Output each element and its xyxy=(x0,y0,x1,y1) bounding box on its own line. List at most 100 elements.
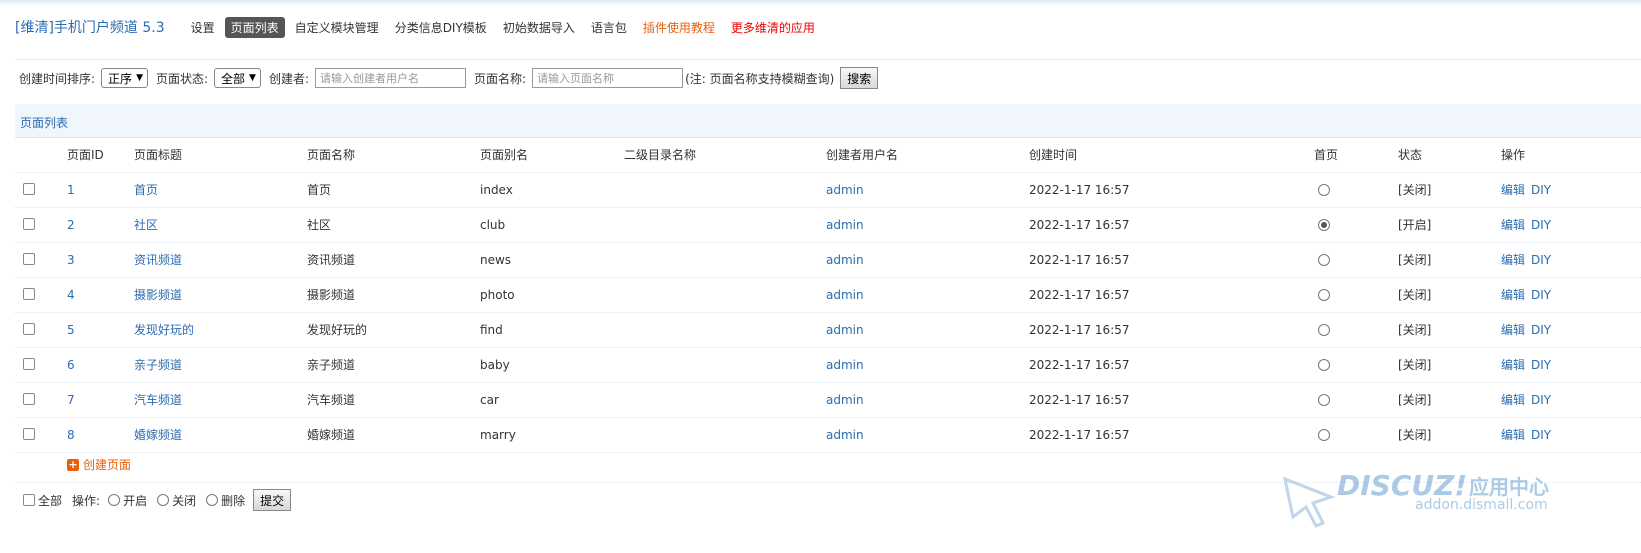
diy-link[interactable]: DIY xyxy=(1531,208,1551,242)
home-radio[interactable] xyxy=(1318,289,1330,301)
row-checkbox[interactable] xyxy=(23,323,35,335)
page-title-link[interactable]: 摄影频道 xyxy=(134,278,182,312)
page-title-link[interactable]: 发现好玩的 xyxy=(134,313,194,347)
table-row: 2 社区 社区 club admin 2022-1-17 16:57 [开启] 编辑 DIY xyxy=(15,208,1641,243)
edit-link[interactable]: 编辑 xyxy=(1501,243,1525,277)
col-header-alias: 页面别名 xyxy=(480,148,529,162)
creator-link[interactable]: admin xyxy=(826,313,864,347)
status-text[interactable]: [关闭] xyxy=(1398,383,1431,417)
edit-link[interactable]: 编辑 xyxy=(1501,278,1525,312)
home-radio[interactable] xyxy=(1318,359,1330,371)
submit-button[interactable]: 提交 xyxy=(253,489,292,511)
section-header: 页面列表 xyxy=(15,104,1641,138)
creator-link[interactable]: admin xyxy=(826,243,864,277)
ops-label: 操作: xyxy=(72,493,101,508)
status-select[interactable]: 全部 ▼ xyxy=(214,68,261,88)
page-id[interactable]: 7 xyxy=(67,383,75,417)
home-radio[interactable] xyxy=(1318,254,1330,266)
page-title-link[interactable]: 首页 xyxy=(134,173,158,207)
row-checkbox[interactable] xyxy=(23,393,35,405)
edit-link[interactable]: 编辑 xyxy=(1501,383,1525,417)
status-text[interactable]: [关闭] xyxy=(1398,348,1431,382)
creator-link[interactable]: admin xyxy=(826,348,864,382)
page-id[interactable]: 1 xyxy=(67,173,75,207)
edit-link[interactable]: 编辑 xyxy=(1501,418,1525,452)
page-title-link[interactable]: 亲子频道 xyxy=(134,348,182,382)
page-id[interactable]: 6 xyxy=(67,348,75,382)
nav-language-pack[interactable]: 语言包 xyxy=(591,17,627,38)
page-name: 婚嫁频道 xyxy=(307,428,356,442)
created-time: 2022-1-17 16:57 xyxy=(1029,288,1130,302)
home-radio[interactable] xyxy=(1318,429,1330,441)
select-all-label: 全部 xyxy=(38,493,63,508)
diy-link[interactable]: DIY xyxy=(1531,348,1551,382)
status-text[interactable]: [关闭] xyxy=(1398,418,1431,452)
status-value: 全部 xyxy=(221,71,246,86)
page-id[interactable]: 3 xyxy=(67,243,75,277)
status-text[interactable]: [关闭] xyxy=(1398,173,1431,207)
row-checkbox[interactable] xyxy=(23,288,35,300)
nav-more-apps[interactable]: 更多维清的应用 xyxy=(731,17,815,38)
op-close-radio[interactable] xyxy=(157,494,170,506)
creator-link[interactable]: admin xyxy=(826,208,864,242)
page-id[interactable]: 8 xyxy=(67,418,75,452)
create-page-link[interactable]: 创建页面 xyxy=(83,448,131,482)
sort-value: 正序 xyxy=(108,71,133,86)
select-all-checkbox[interactable] xyxy=(23,494,35,506)
nav-tutorial[interactable]: 插件使用教程 xyxy=(643,17,715,38)
page-id[interactable]: 2 xyxy=(67,208,75,242)
sort-select[interactable]: 正序 ▼ xyxy=(101,68,148,88)
created-time: 2022-1-17 16:57 xyxy=(1029,183,1130,197)
creator-input[interactable]: 请输入创建者用户名 xyxy=(315,68,467,88)
edit-link[interactable]: 编辑 xyxy=(1501,173,1525,207)
diy-link[interactable]: DIY xyxy=(1531,313,1551,347)
row-checkbox[interactable] xyxy=(23,358,35,370)
page-title-link[interactable]: 社区 xyxy=(134,208,158,242)
creator-link[interactable]: admin xyxy=(826,383,864,417)
diy-link[interactable]: DIY xyxy=(1531,173,1551,207)
status-text[interactable]: [开启] xyxy=(1398,208,1431,242)
search-button[interactable]: 搜索 xyxy=(840,67,879,89)
home-radio[interactable] xyxy=(1318,324,1330,336)
nav-custom-modules[interactable]: 自定义模块管理 xyxy=(295,17,379,38)
diy-link[interactable]: DIY xyxy=(1531,243,1551,277)
nav-classified-diy[interactable]: 分类信息DIY模板 xyxy=(395,17,487,38)
creator-link[interactable]: admin xyxy=(826,278,864,312)
creator-link[interactable]: admin xyxy=(826,173,864,207)
edit-link[interactable]: 编辑 xyxy=(1501,313,1525,347)
edit-link[interactable]: 编辑 xyxy=(1501,208,1525,242)
row-checkbox[interactable] xyxy=(23,428,35,440)
page-title-link[interactable]: 资讯频道 xyxy=(134,243,182,277)
page-title-link[interactable]: 汽车频道 xyxy=(134,383,182,417)
home-radio[interactable] xyxy=(1318,394,1330,406)
diy-link[interactable]: DIY xyxy=(1531,278,1551,312)
row-checkbox[interactable] xyxy=(23,218,35,230)
home-radio[interactable] xyxy=(1318,184,1330,196)
row-checkbox[interactable] xyxy=(23,183,35,195)
status-text[interactable]: [关闭] xyxy=(1398,278,1431,312)
home-radio[interactable] xyxy=(1318,219,1330,231)
op-open-radio[interactable] xyxy=(108,494,121,506)
creator-link[interactable]: admin xyxy=(826,418,864,452)
page-id[interactable]: 4 xyxy=(67,278,75,312)
page-name-input[interactable]: 请输入页面名称 xyxy=(532,68,684,88)
status-text[interactable]: [关闭] xyxy=(1398,313,1431,347)
page-alias: marry xyxy=(480,428,516,442)
bulk-ops-bar: 全部 操作: 开启 关闭 删除 提交 xyxy=(23,489,292,511)
plus-icon: + xyxy=(67,458,79,471)
chevron-down-icon: ▼ xyxy=(249,73,256,83)
nav-page-list[interactable]: 页面列表 xyxy=(224,16,285,38)
diy-link[interactable]: DIY xyxy=(1531,418,1551,452)
nav-settings[interactable]: 设置 xyxy=(191,17,215,38)
edit-link[interactable]: 编辑 xyxy=(1501,348,1525,382)
row-checkbox[interactable] xyxy=(23,253,35,265)
diy-link[interactable]: DIY xyxy=(1531,383,1551,417)
creator-label: 创建者: xyxy=(268,71,310,86)
table-row: 7 汽车频道 汽车频道 car admin 2022-1-17 16:57 [关闭] 编辑 DI… xyxy=(15,383,1641,418)
nav-data-import[interactable]: 初始数据导入 xyxy=(503,17,575,38)
page-name: 首页 xyxy=(307,183,332,197)
status-text[interactable]: [关闭] xyxy=(1398,243,1431,277)
op-delete-radio[interactable] xyxy=(206,494,219,506)
page-id[interactable]: 5 xyxy=(67,313,75,347)
page-title-link[interactable]: 婚嫁频道 xyxy=(134,418,182,452)
